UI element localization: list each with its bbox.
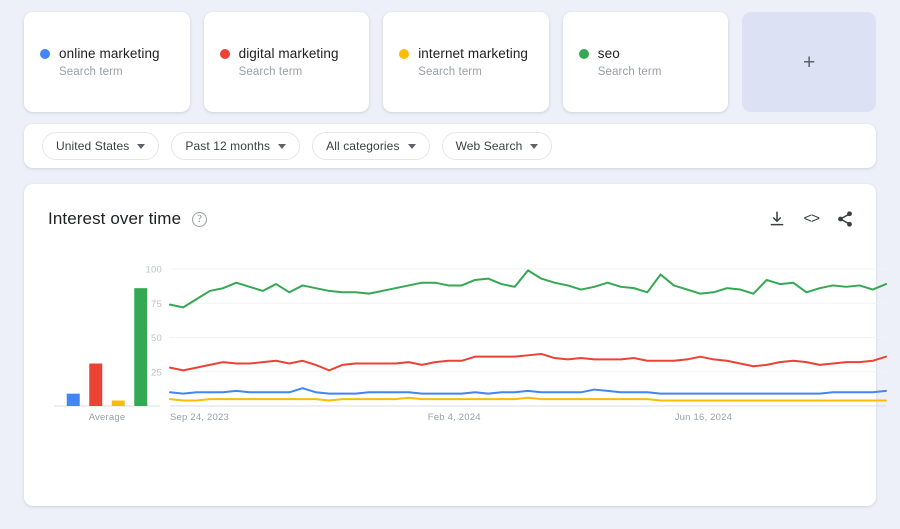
chart-title-group: Interest over time ? — [48, 209, 208, 229]
search-terms-row: online marketing Search term digital mar… — [24, 12, 876, 112]
term-subtitle-4: Search term — [597, 66, 662, 78]
filter-category[interactable]: All categories — [312, 132, 430, 160]
svg-text:25: 25 — [151, 367, 162, 378]
trends-chart-svg[interactable]: 100 75 50 25 Average Sep 24, 2023 Feb 4, 2024 J… — [48, 260, 900, 445]
filter-category-label: All categories — [326, 139, 400, 153]
term-title-row: online marketing — [40, 46, 174, 61]
term-title-row: digital marketing — [219, 46, 354, 61]
filter-location-label: United States — [56, 139, 130, 153]
filter-search-type-label: Web Search — [455, 139, 523, 153]
help-icon[interactable]: ? — [192, 211, 208, 227]
svg-text:Feb 4, 2024: Feb 4, 2024 — [428, 412, 481, 423]
svg-text:Average: Average — [89, 412, 126, 423]
svg-text:Sep 24, 2023: Sep 24, 2023 — [170, 412, 229, 423]
term-label-1: online marketing — [59, 46, 160, 61]
google-trends-page: online marketing Search term digital mar… — [0, 0, 900, 529]
share-icon[interactable] — [836, 210, 854, 228]
chevron-down-icon — [278, 143, 287, 149]
filter-bar: United States Past 12 months All categor… — [24, 124, 876, 168]
term-subtitle-1: Search term — [59, 66, 123, 78]
term-card-3[interactable]: internet marketing Search term — [383, 12, 549, 112]
term-label-4: seo — [597, 46, 620, 61]
filter-time-range-label: Past 12 months — [185, 139, 271, 153]
term-color-dot-4 — [578, 48, 589, 59]
svg-text:Jun 16, 2024: Jun 16, 2024 — [675, 412, 732, 423]
term-card-1[interactable]: online marketing Search term — [24, 12, 190, 112]
filter-location[interactable]: United States — [42, 132, 160, 160]
interest-over-time-card: Interest over time ? <> 100 75 50 25 Ave… — [24, 184, 887, 506]
term-title-row: seo — [578, 46, 713, 61]
chevron-down-icon — [407, 143, 416, 149]
filter-search-type[interactable]: Web Search — [441, 132, 553, 160]
term-card-2[interactable]: digital marketing Search term — [203, 12, 370, 112]
term-label-3: internet marketing — [418, 46, 529, 61]
chevron-down-icon — [530, 143, 539, 149]
svg-text:50: 50 — [151, 333, 162, 344]
term-card-4[interactable]: seo Search term — [562, 12, 729, 112]
svg-text:75: 75 — [151, 299, 162, 310]
term-color-dot-1 — [40, 48, 50, 59]
chart-actions: <> — [768, 210, 854, 228]
term-subtitle-3: Search term — [418, 66, 482, 78]
term-color-dot-3 — [399, 48, 410, 59]
filter-time-range[interactable]: Past 12 months — [171, 132, 301, 160]
term-label-2: digital marketing — [238, 46, 339, 61]
download-icon[interactable] — [768, 210, 786, 228]
plus-icon: + — [803, 50, 816, 74]
embed-icon[interactable]: <> — [803, 210, 820, 228]
svg-text:100: 100 — [146, 265, 162, 276]
chevron-down-icon — [137, 143, 146, 149]
chart-plot-area: 100 75 50 25 Average Sep 24, 2023 Feb 4, 2024 J… — [48, 260, 900, 445]
page-title: Interest over time — [48, 209, 182, 228]
chart-header: Interest over time ? <> — [48, 206, 854, 232]
term-subtitle-2: Search term — [238, 66, 303, 78]
term-title-row: internet marketing — [399, 46, 533, 61]
term-color-dot-2 — [219, 48, 230, 59]
add-comparison-button[interactable]: + — [742, 12, 876, 112]
